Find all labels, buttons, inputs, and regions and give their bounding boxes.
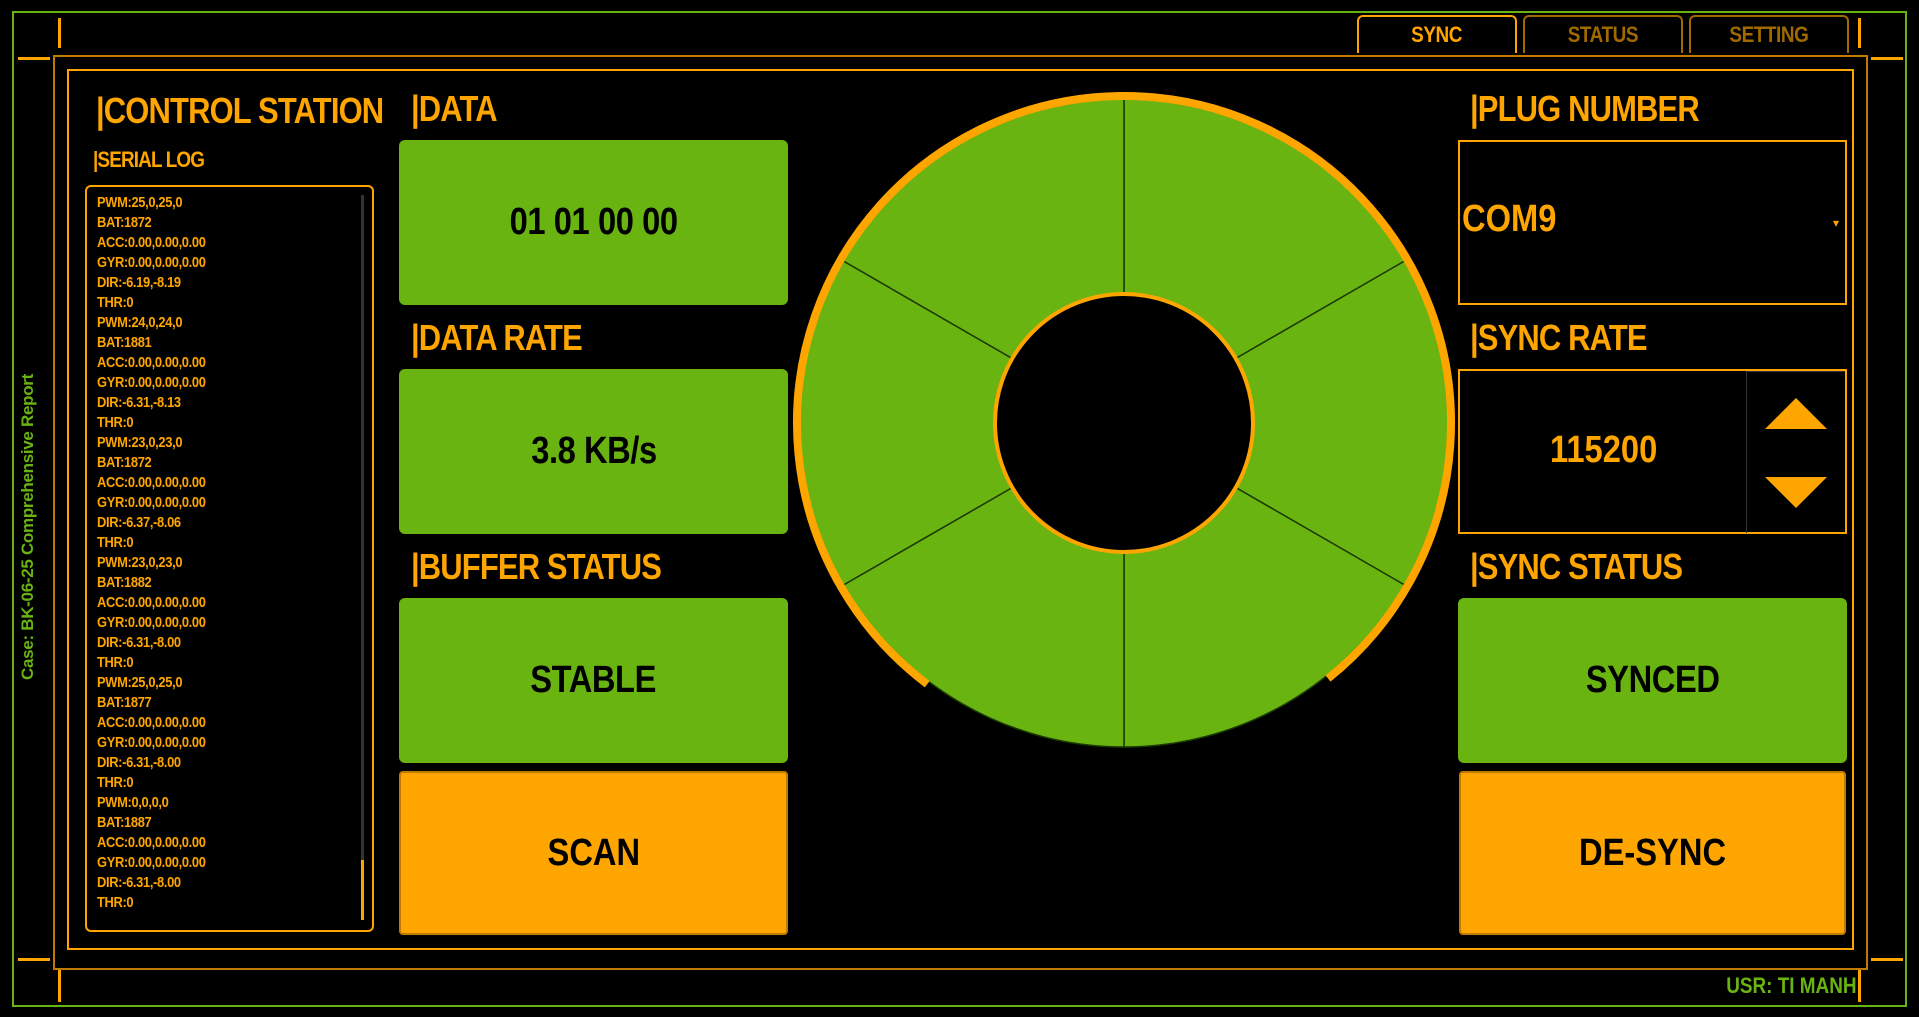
buffer-status-box: STABLE bbox=[399, 598, 788, 763]
tab-sync-label: SYNC bbox=[1411, 22, 1463, 47]
frame-tick bbox=[18, 958, 50, 961]
serial-log-scroll-thumb[interactable] bbox=[361, 860, 364, 920]
sync-status-box: SYNCED bbox=[1458, 598, 1847, 763]
serial-log-line: BAT:1872 bbox=[97, 214, 152, 231]
serial-log-line: DIR:-6.31,-8.00 bbox=[97, 874, 181, 891]
serial-log-line: DIR:-6.31,-8.00 bbox=[97, 634, 181, 651]
serial-log-line: THR:0 bbox=[97, 654, 134, 671]
buffer-status-value: STABLE bbox=[530, 659, 657, 701]
serial-log-line: GYR:0.00,0.00,0.00 bbox=[97, 374, 206, 391]
serial-log-line: PWM:23,0,23,0 bbox=[97, 554, 183, 571]
serial-log-line: ACC:0.00,0.00,0.00 bbox=[97, 594, 206, 611]
desync-button[interactable]: DE-SYNC bbox=[1459, 771, 1846, 935]
data-rate-value: 3.8 KB/s bbox=[530, 430, 657, 472]
frame-tick bbox=[1871, 958, 1903, 961]
frame-tick bbox=[58, 18, 61, 48]
serial-log-line: PWM:24,0,24,0 bbox=[97, 314, 183, 331]
sync-rate-title: |SYNC RATE bbox=[1470, 317, 1648, 358]
serial-log-line: GYR:0.00,0.00,0.00 bbox=[97, 734, 206, 751]
serial-log-line: BAT:1887 bbox=[97, 814, 152, 831]
user-label: USR: TI MANH bbox=[1726, 973, 1857, 998]
frame-tick bbox=[1858, 18, 1861, 48]
serial-log-line: GYR:0.00,0.00,0.00 bbox=[97, 254, 206, 271]
scan-button[interactable]: SCAN bbox=[399, 771, 788, 935]
serial-log-line: THR:0 bbox=[97, 534, 134, 551]
serial-log-line: DIR:-6.19,-8.19 bbox=[97, 274, 181, 291]
desync-button-label: DE-SYNC bbox=[1578, 831, 1727, 874]
serial-log-line: THR:0 bbox=[97, 414, 134, 431]
sync-rate-value: 115200 bbox=[1550, 429, 1658, 471]
tab-setting[interactable]: SETTING bbox=[1689, 15, 1849, 53]
plug-number-title: |PLUG NUMBER bbox=[1470, 88, 1700, 129]
scan-button-label: SCAN bbox=[547, 831, 640, 874]
data-rate-title: |DATA RATE bbox=[411, 317, 583, 358]
serial-log-line: BAT:1881 bbox=[97, 334, 152, 351]
plug-number-select[interactable]: COM9 ▾ bbox=[1458, 140, 1847, 305]
sync-rate-stepper bbox=[1746, 371, 1845, 533]
chevron-down-icon[interactable]: ▾ bbox=[1833, 216, 1839, 230]
serial-log-line: THR:0 bbox=[97, 774, 134, 791]
serial-log-line: PWM:25,0,25,0 bbox=[97, 194, 183, 211]
serial-log-line: ACC:0.00,0.00,0.00 bbox=[97, 354, 206, 371]
plug-number-value: COM9 bbox=[1462, 198, 1557, 240]
data-rate-box: 3.8 KB/s bbox=[399, 369, 788, 534]
serial-log-line: PWM:25,0,25,0 bbox=[97, 674, 183, 691]
sync-rate-spinbox[interactable]: 115200 bbox=[1458, 369, 1847, 534]
serial-log-line: GYR:0.00,0.00,0.00 bbox=[97, 614, 206, 631]
serial-log-line: BAT:1882 bbox=[97, 574, 152, 591]
data-title: |DATA bbox=[411, 88, 498, 129]
sync-status-title: |SYNC STATUS bbox=[1470, 546, 1683, 587]
serial-log-panel[interactable]: PWM:25,0,25,0 BAT:1872 ACC:0.00,0.00,0.00 G… bbox=[85, 185, 374, 932]
app-window: SYNC STATUS SETTING Case: BK-06-25 Compr… bbox=[0, 0, 1919, 1017]
serial-log-line: DIR:-6.31,-8.00 bbox=[97, 754, 181, 771]
serial-log-line: THR:0 bbox=[97, 294, 134, 311]
tab-status-label: STATUS bbox=[1567, 22, 1639, 47]
serial-log-line: BAT:1872 bbox=[97, 454, 152, 471]
serial-log-line: PWM:23,0,23,0 bbox=[97, 434, 183, 451]
buffer-status-title: |BUFFER STATUS bbox=[411, 546, 662, 587]
frame-tick bbox=[58, 970, 61, 1002]
control-station-title: |CONTROL STATION bbox=[96, 90, 384, 131]
serial-log-line: DIR:-6.37,-8.06 bbox=[97, 514, 181, 531]
serial-log-line: GYR:0.00,0.00,0.00 bbox=[97, 854, 206, 871]
serial-log-line: ACC:0.00,0.00,0.00 bbox=[97, 474, 206, 491]
arrow-up-icon[interactable] bbox=[1765, 398, 1827, 429]
serial-log-lines: PWM:25,0,25,0 BAT:1872 ACC:0.00,0.00,0.00 G… bbox=[97, 193, 223, 913]
serial-log-scrollbar[interactable] bbox=[361, 195, 364, 920]
data-value: 01 01 00 00 bbox=[509, 201, 678, 243]
sidebar-caption: Case: BK-06-25 Comprehensive Report bbox=[18, 374, 37, 680]
data-value-box: 01 01 00 00 bbox=[399, 140, 788, 305]
serial-log-line: DIR:-6.31,-8.13 bbox=[97, 394, 181, 411]
gauge-center bbox=[993, 292, 1255, 554]
sync-gauge bbox=[793, 92, 1455, 748]
tab-status[interactable]: STATUS bbox=[1523, 15, 1683, 53]
frame-tick bbox=[1858, 970, 1861, 1002]
serial-log-line: THR:0 bbox=[97, 894, 134, 911]
frame-tick bbox=[1871, 57, 1903, 60]
serial-log-line: BAT:1877 bbox=[97, 694, 152, 711]
serial-log-line: ACC:0.00,0.00,0.00 bbox=[97, 234, 206, 251]
serial-log-line: ACC:0.00,0.00,0.00 bbox=[97, 714, 206, 731]
arrow-down-icon[interactable] bbox=[1765, 477, 1827, 508]
serial-log-line: GYR:0.00,0.00,0.00 bbox=[97, 494, 206, 511]
tab-setting-label: SETTING bbox=[1729, 22, 1809, 47]
tab-sync[interactable]: SYNC bbox=[1357, 15, 1517, 53]
sync-status-value: SYNCED bbox=[1585, 659, 1720, 701]
frame-tick bbox=[18, 57, 50, 60]
serial-log-title: |SERIAL LOG bbox=[93, 147, 205, 172]
serial-log-line: ACC:0.00,0.00,0.00 bbox=[97, 834, 206, 851]
serial-log-line: PWM:0,0,0,0 bbox=[97, 794, 169, 811]
